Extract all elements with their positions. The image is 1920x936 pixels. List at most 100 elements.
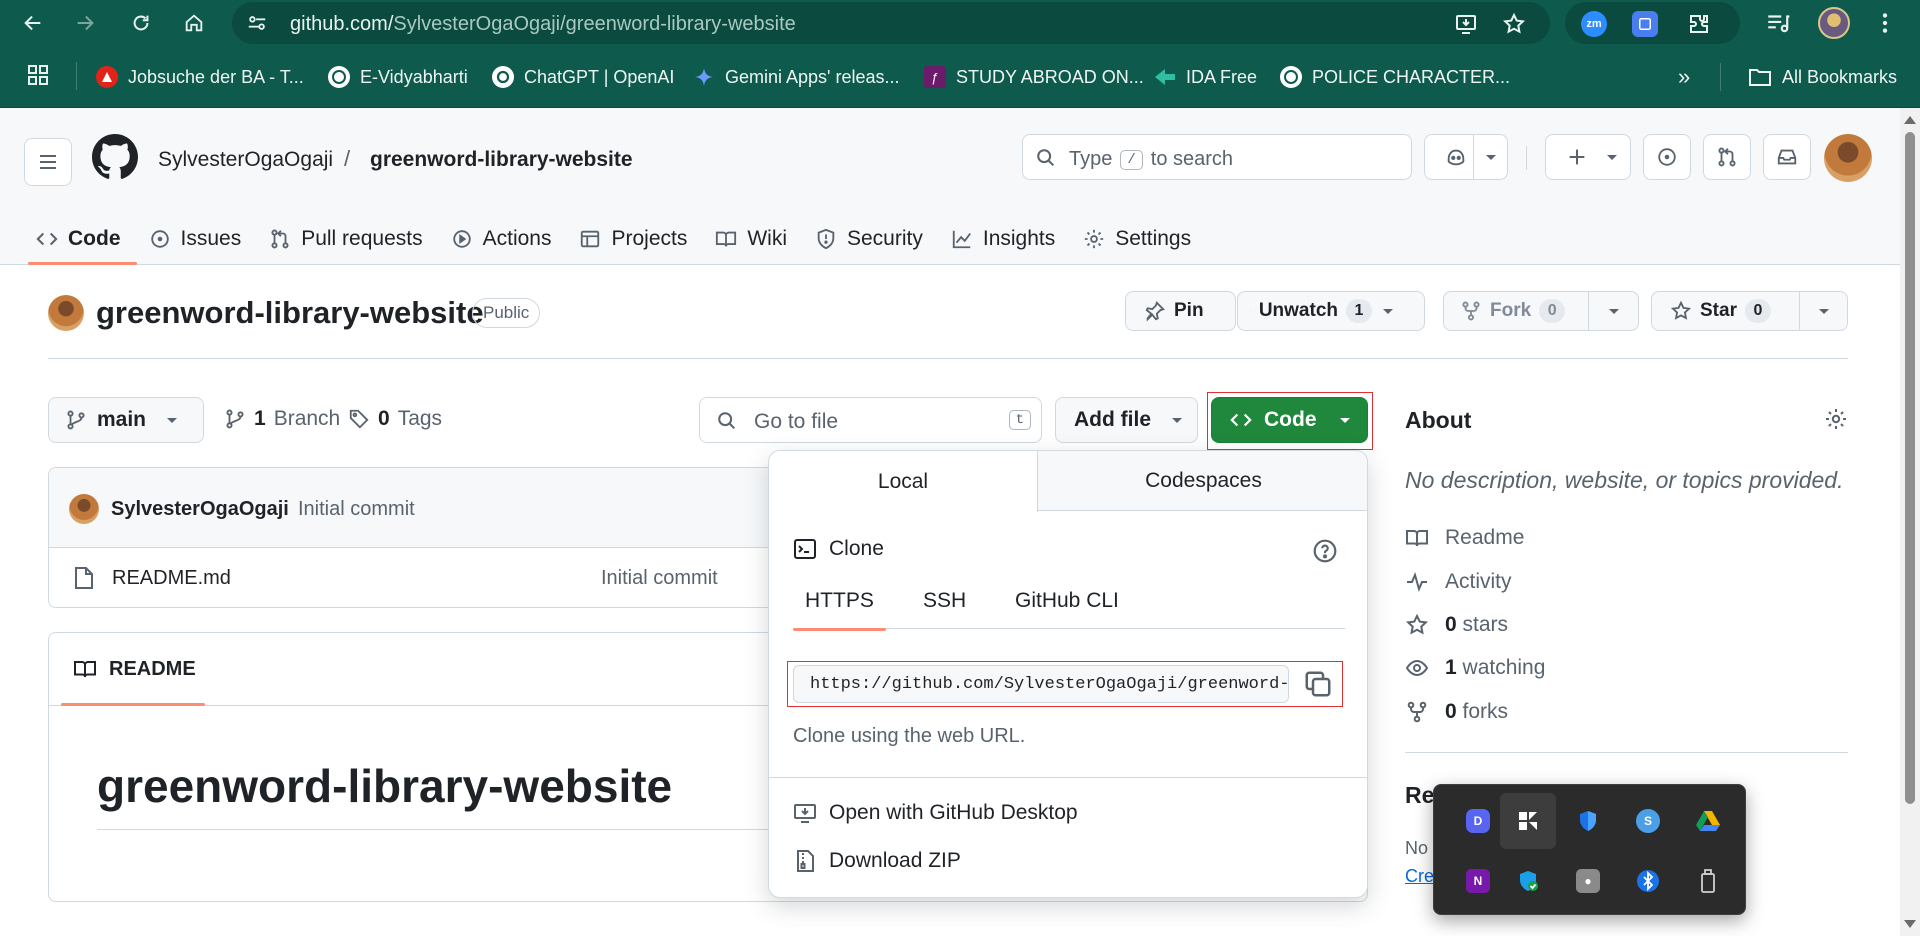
- bookmark-police-character[interactable]: POLICE CHARACTER...: [1280, 63, 1510, 91]
- defender-icon[interactable]: [1560, 793, 1616, 849]
- tab-https[interactable]: HTTPS: [793, 573, 886, 631]
- clone-url-input[interactable]: https://github.com/SylvesterOgaOgaji/gre…: [793, 665, 1289, 703]
- photo-app-icon[interactable]: ●: [1560, 853, 1616, 909]
- scroll-up-arrow[interactable]: [1904, 116, 1916, 124]
- tab-settings[interactable]: Settings: [1075, 216, 1207, 262]
- go-to-file-input[interactable]: Go to file t: [699, 397, 1042, 443]
- reload-icon[interactable]: [124, 6, 158, 40]
- create-release-link[interactable]: Cre: [1405, 866, 1434, 887]
- pin-button[interactable]: Pin: [1125, 291, 1236, 331]
- gear-icon[interactable]: [1824, 407, 1848, 431]
- tab-pull-requests[interactable]: Pull requests: [261, 216, 438, 262]
- inbox-button[interactable]: [1763, 134, 1811, 180]
- branch-selector[interactable]: main: [48, 397, 204, 443]
- bookmark-star-icon[interactable]: [1502, 12, 1526, 36]
- chevron-down-icon[interactable]: [1378, 301, 1398, 321]
- back-icon[interactable]: [16, 6, 50, 40]
- readme-link[interactable]: Readme: [1405, 526, 1524, 550]
- bookmark-ida-free[interactable]: IDA Free: [1154, 63, 1257, 91]
- url-text[interactable]: github.com/SylvesterOgaOgaji/greenword-l…: [290, 13, 796, 36]
- tab-actions[interactable]: Actions: [443, 216, 568, 262]
- commit-author[interactable]: SylvesterOgaOgaji: [111, 498, 289, 521]
- site-info-icon[interactable]: [246, 12, 268, 34]
- tab-github-cli[interactable]: GitHub CLI: [1015, 573, 1119, 629]
- copy-icon[interactable]: [1303, 669, 1333, 699]
- code-button[interactable]: Code: [1211, 397, 1368, 443]
- file-commit-message[interactable]: Initial commit: [601, 567, 718, 590]
- repo-title[interactable]: greenword-library-website: [96, 295, 484, 331]
- google-drive-icon[interactable]: [1680, 793, 1736, 849]
- scroll-down-arrow[interactable]: [1904, 920, 1916, 928]
- onenote-icon[interactable]: N: [1450, 853, 1506, 909]
- watching-link[interactable]: 1 watching: [1405, 656, 1545, 680]
- windows-widget-icon[interactable]: [1500, 793, 1556, 849]
- open-desktop-item[interactable]: Open with GitHub Desktop: [793, 801, 1078, 825]
- breadcrumb-repo[interactable]: greenword-library-website: [370, 148, 633, 172]
- activity-link[interactable]: Activity: [1405, 570, 1512, 594]
- tab-code[interactable]: Code: [28, 216, 137, 265]
- book-icon: [716, 231, 737, 247]
- address-bar[interactable]: github.com/SylvesterOgaOgaji/greenword-l…: [232, 2, 1550, 44]
- install-app-icon[interactable]: [1454, 12, 1478, 36]
- forks-link[interactable]: 0 forks: [1405, 700, 1508, 724]
- bookmark-chatgpt[interactable]: ChatGPT | OpenAI: [492, 63, 674, 91]
- chevron-down-icon[interactable]: [1814, 301, 1834, 321]
- hamburger-icon: [40, 155, 56, 169]
- usb-device-icon[interactable]: [1680, 853, 1736, 909]
- bluetooth-icon[interactable]: [1620, 853, 1676, 909]
- reading-list-icon[interactable]: [1765, 10, 1791, 36]
- zoom-extension-icon[interactable]: zm: [1581, 11, 1607, 37]
- tab-wiki[interactable]: Wiki: [707, 216, 803, 262]
- security-check-icon[interactable]: [1500, 853, 1556, 909]
- repo-owner-avatar[interactable]: [48, 295, 84, 331]
- bookmark-gemini[interactable]: Gemini Apps' releas...: [693, 63, 900, 91]
- discord-icon[interactable]: D: [1450, 793, 1506, 849]
- forward-icon[interactable]: [68, 6, 102, 40]
- unwatch-button[interactable]: Unwatch 1: [1237, 291, 1425, 331]
- copilot-button[interactable]: [1424, 134, 1508, 180]
- tab-projects[interactable]: Projects: [571, 216, 703, 262]
- tab-local[interactable]: Local: [769, 451, 1038, 512]
- bookmark-evidyabharti[interactable]: E-Vidyabharti: [328, 63, 468, 91]
- more-vert-icon[interactable]: [1872, 10, 1898, 36]
- page-scrollbar[interactable]: [1900, 108, 1920, 936]
- tab-issues[interactable]: Issues: [141, 216, 258, 262]
- help-icon[interactable]: [1312, 538, 1338, 564]
- fork-button[interactable]: Fork 0: [1443, 291, 1639, 331]
- docs-extension-icon[interactable]: [1632, 11, 1658, 37]
- tab-ssh[interactable]: SSH: [923, 573, 966, 629]
- user-avatar[interactable]: [1824, 134, 1872, 182]
- branches-link[interactable]: 1 Branch: [224, 407, 340, 431]
- stars-link[interactable]: 0 stars: [1405, 613, 1508, 637]
- chevron-down-icon[interactable]: [1604, 301, 1624, 321]
- bookmarks-overflow[interactable]: »: [1678, 63, 1690, 91]
- add-file-button[interactable]: Add file: [1055, 397, 1198, 443]
- tags-link[interactable]: 0 Tags: [348, 407, 442, 431]
- search-input[interactable]: Type / to search: [1022, 134, 1412, 180]
- menu-button[interactable]: [24, 138, 72, 186]
- bookmark-study-abroad[interactable]: ƒ STUDY ABROAD ON...: [924, 63, 1144, 91]
- steam-icon[interactable]: S: [1620, 793, 1676, 849]
- apps-grid-icon[interactable]: [26, 63, 50, 87]
- readme-tab[interactable]: README: [73, 657, 196, 681]
- tab-security[interactable]: Security: [807, 216, 939, 262]
- star-button[interactable]: Star 0: [1651, 291, 1848, 331]
- download-zip-item[interactable]: Download ZIP: [793, 849, 961, 873]
- github-logo-icon[interactable]: [92, 134, 138, 180]
- tab-insights[interactable]: Insights: [943, 216, 1071, 262]
- create-new-button[interactable]: [1545, 134, 1631, 180]
- puzzle-extensions-icon[interactable]: [1686, 11, 1712, 37]
- pull-requests-button[interactable]: [1703, 134, 1751, 180]
- issue-opened-icon: [150, 230, 169, 248]
- file-name[interactable]: README.md: [112, 567, 231, 590]
- home-icon[interactable]: [177, 6, 211, 40]
- tab-codespaces[interactable]: Codespaces: [1038, 451, 1367, 511]
- bookmark-jobsuche[interactable]: Jobsuche der BA - T...: [96, 63, 304, 91]
- issues-button[interactable]: [1643, 134, 1691, 180]
- scrollbar-thumb[interactable]: [1905, 132, 1915, 804]
- commit-author-avatar[interactable]: [69, 494, 99, 524]
- profile-avatar[interactable]: [1818, 7, 1850, 39]
- all-bookmarks[interactable]: All Bookmarks: [1748, 63, 1897, 91]
- commit-message[interactable]: Initial commit: [298, 498, 415, 521]
- breadcrumb-owner[interactable]: SylvesterOgaOgaji: [158, 148, 333, 172]
